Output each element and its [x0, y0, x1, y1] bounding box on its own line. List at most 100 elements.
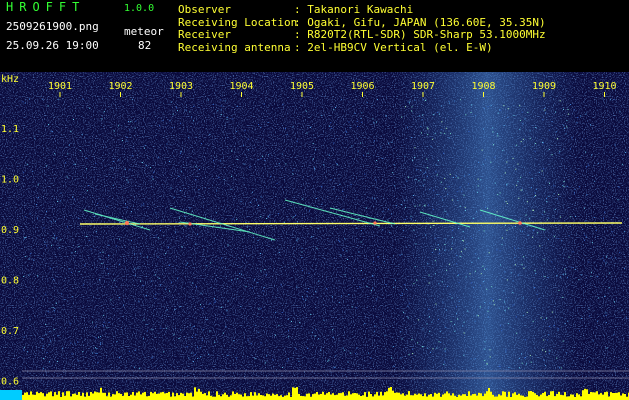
noise-speckle [36, 217, 38, 219]
noise-bar-segment [140, 394, 142, 400]
noise-speckle [376, 121, 377, 123]
noise-speckle [263, 103, 265, 105]
app-title: HROFFT [6, 0, 86, 14]
noise-bar-segment [558, 391, 560, 400]
noise-bar-segment [548, 395, 550, 400]
noise-bar-segment [486, 391, 488, 400]
noise-speckle [332, 329, 333, 331]
noise-speckle [407, 176, 409, 178]
noise-speckle [458, 300, 460, 302]
noise-bar-segment [400, 394, 402, 400]
noise-bar-segment [172, 392, 174, 400]
noise-speckle [166, 143, 168, 145]
noise-speckle [446, 269, 448, 271]
noise-bar-segment [316, 392, 318, 400]
noise-speckle [401, 116, 403, 118]
noise-speckle [24, 102, 26, 104]
noise-speckle [141, 162, 143, 163]
noise-speckle [440, 181, 442, 183]
noise-speckle [482, 163, 484, 165]
noise-speckle [246, 226, 248, 228]
noise-speckle [448, 186, 450, 188]
noise-speckle [283, 221, 285, 223]
noise-bar-segment [96, 392, 98, 400]
noise-speckle [562, 185, 564, 187]
noise-speckle [387, 219, 389, 221]
noise-speckle [74, 163, 76, 165]
noise-speckle [140, 280, 141, 282]
noise-speckle [408, 302, 410, 304]
noise-speckle [543, 318, 545, 320]
noise-speckle [50, 267, 52, 269]
noise-speckle [527, 234, 529, 236]
noise-speckle [506, 203, 508, 204]
noise-bar-segment [588, 393, 590, 400]
noise-speckle [48, 124, 50, 125]
meteor-count-value: 82 [138, 39, 152, 52]
frequency-tick-label: 1.0 [1, 175, 19, 186]
noise-speckle [531, 186, 532, 188]
noise-speckle [106, 206, 108, 208]
noise-speckle [23, 346, 25, 348]
noise-speckle [592, 242, 593, 244]
noise-speckle [423, 172, 425, 174]
noise-speckle [317, 227, 319, 229]
noise-bar-segment [50, 391, 52, 400]
noise-speckle [315, 328, 317, 330]
time-tick-label: 1902 [109, 81, 133, 92]
noise-speckle [391, 213, 393, 215]
noise-speckle [564, 323, 566, 325]
noise-speckle [403, 229, 405, 231]
noise-speckle [477, 185, 479, 187]
noise-bar-segment [414, 393, 416, 400]
noise-speckle [46, 210, 47, 212]
noise-bar-segment [532, 391, 534, 400]
noise-speckle [52, 307, 54, 308]
noise-speckle [553, 185, 555, 187]
noise-speckle [372, 118, 374, 120]
noise-speckle [434, 273, 436, 275]
noise-speckle [275, 334, 277, 336]
noise-speckle [59, 200, 61, 202]
noise-bar-segment [150, 391, 152, 400]
noise-speckle [554, 208, 556, 210]
noise-bar-segment [386, 391, 388, 400]
frequency-tick-label: 0.7 [1, 326, 19, 337]
noise-speckle [347, 361, 349, 363]
noise-speckle [432, 220, 434, 222]
noise-speckle [583, 207, 585, 209]
noise-speckle [477, 315, 479, 317]
noise-speckle [272, 359, 274, 361]
noise-speckle [486, 362, 488, 364]
noise-speckle [264, 269, 266, 271]
noise-speckle [313, 167, 315, 169]
noise-bar-segment [130, 394, 132, 400]
noise-speckle [305, 299, 307, 301]
noise-bar-segment [264, 396, 266, 400]
noise-speckle [126, 136, 128, 138]
noise-speckle [546, 317, 547, 319]
noise-speckle [624, 152, 626, 153]
noise-speckle [521, 353, 523, 355]
noise-speckle [439, 252, 441, 254]
noise-speckle [484, 341, 486, 343]
noise-speckle [499, 109, 500, 111]
noise-bar-segment [478, 392, 480, 400]
noise-speckle [549, 325, 551, 327]
noise-speckle [401, 338, 403, 340]
noise-speckle [563, 185, 565, 187]
noise-speckle [360, 117, 362, 119]
noise-speckle [603, 260, 605, 262]
noise-speckle [77, 217, 79, 219]
noise-speckle [97, 362, 99, 364]
noise-speckle [366, 286, 368, 287]
noise-speckle [434, 133, 436, 135]
noise-speckle [515, 168, 517, 170]
noise-speckle [332, 337, 334, 339]
noise-speckle [546, 201, 548, 202]
noise-speckle [249, 201, 251, 203]
noise-speckle [348, 294, 350, 296]
noise-speckle [334, 366, 336, 368]
noise-speckle [194, 354, 196, 356]
noise-bar-segment [212, 396, 214, 400]
